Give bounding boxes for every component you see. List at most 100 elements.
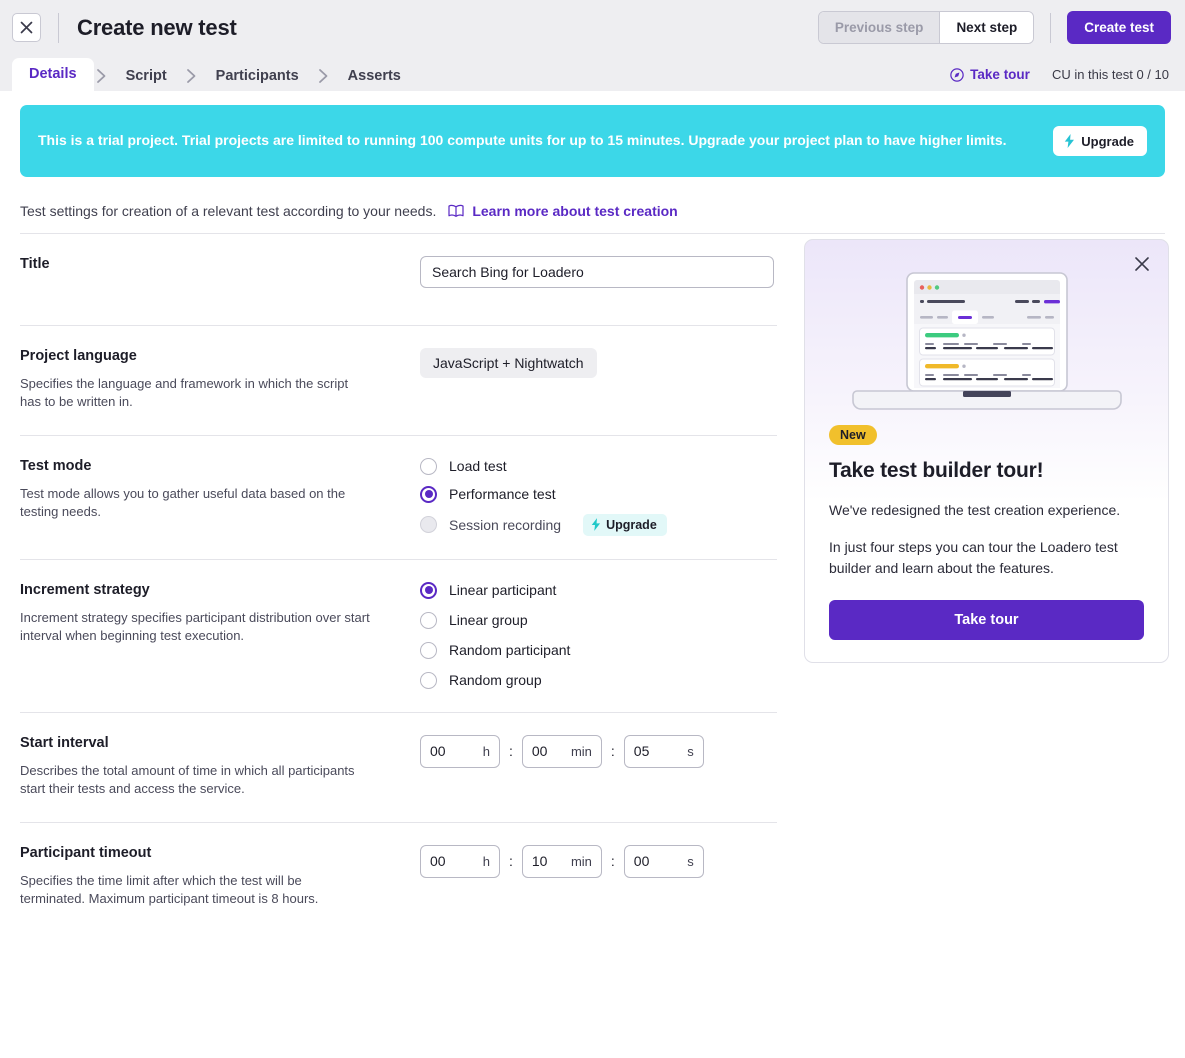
upgrade-badge-label: Upgrade	[606, 517, 657, 532]
take-tour-promo-card: New Take test builder tour! We've redesi…	[804, 239, 1169, 663]
take-tour-link[interactable]: Take tour	[950, 67, 1030, 82]
radio-test-mode-session-recording[interactable]: Session recording Upgrade	[420, 513, 777, 536]
hours-unit-label: h	[482, 743, 490, 759]
tab-chevron-1	[94, 68, 109, 91]
project-language-control-col: JavaScript + Nightwatch	[420, 348, 777, 412]
create-test-button[interactable]: Create test	[1067, 11, 1171, 44]
promo-take-tour-button[interactable]: Take tour	[829, 599, 1144, 640]
trial-banner-text: This is a trial project. Trial projects …	[38, 132, 1007, 149]
compass-icon	[950, 67, 964, 82]
learn-more-link[interactable]: Learn more about test creation	[448, 203, 678, 219]
radio-label: Random group	[449, 672, 542, 689]
page-content: This is a trial project. Trial projects …	[0, 105, 1185, 932]
radio-increment-linear-group[interactable]: Linear group	[420, 611, 777, 629]
wizard-tabs: Details Script Participants Asserts	[12, 57, 418, 92]
radio-increment-random-group[interactable]: Random group	[420, 671, 777, 689]
test-mode-description: Test mode allows you to gather useful da…	[20, 485, 346, 520]
radio-circle-selected-icon	[420, 581, 437, 599]
close-icon	[20, 21, 33, 34]
start-interval-description: Describes the total amount of time in wh…	[20, 762, 355, 797]
radio-circle-icon	[420, 641, 437, 659]
increment-strategy-radio-group: Linear participant Linear group Random p…	[420, 581, 777, 689]
title-input[interactable]	[420, 256, 774, 288]
participant-timeout-seconds-input[interactable]	[633, 853, 660, 870]
time-separator: :	[610, 853, 615, 870]
promo-illustration	[805, 240, 1168, 425]
banner-upgrade-label: Upgrade	[1081, 133, 1134, 149]
session-recording-upgrade-badge[interactable]: Upgrade	[583, 513, 667, 536]
radio-test-mode-load-test[interactable]: Load test	[420, 457, 777, 475]
start-interval-minutes-box[interactable]: min	[521, 734, 602, 768]
radio-circle-selected-icon	[420, 485, 437, 503]
radio-label: Linear group	[449, 612, 528, 629]
hours-unit-label: h	[482, 853, 490, 869]
settings-form: Title Project language Specifies the lan…	[20, 234, 777, 932]
promo-new-badge: New	[829, 425, 877, 445]
start-interval-seconds-input[interactable]	[633, 743, 660, 760]
participant-timeout-hours-box[interactable]: h	[420, 844, 500, 878]
tab-script[interactable]: Script	[109, 61, 184, 92]
time-separator: :	[610, 743, 615, 760]
participant-timeout-time-group: h : min : s	[420, 844, 777, 878]
header-divider	[58, 12, 59, 43]
promo-paragraph-1: We've redesigned the test creation exper…	[829, 502, 1121, 518]
close-window-button[interactable]	[12, 13, 41, 42]
book-icon	[448, 204, 464, 217]
lightning-bolt-icon	[591, 518, 601, 532]
test-mode-radio-group: Load test Performance test Session recor…	[420, 457, 777, 536]
chevron-right-icon	[318, 69, 328, 83]
chevron-right-icon	[186, 69, 196, 83]
start-interval-minutes-input[interactable]	[531, 743, 558, 760]
project-language-label-col: Project language Specifies the language …	[20, 348, 420, 412]
promo-paragraph-2: In just four steps you can tour the Load…	[829, 539, 1118, 576]
radio-label: Linear participant	[449, 582, 557, 599]
test-mode-label-col: Test mode Test mode allows you to gather…	[20, 458, 420, 536]
promo-body: New Take test builder tour! We've redesi…	[805, 425, 1168, 640]
radio-increment-linear-participant[interactable]: Linear participant	[420, 581, 777, 599]
seconds-unit-label: s	[687, 853, 694, 869]
tab-chevron-2	[184, 68, 199, 91]
radio-circle-icon	[420, 611, 437, 629]
banner-upgrade-button[interactable]: Upgrade	[1053, 126, 1147, 156]
radio-circle-disabled-icon	[420, 516, 437, 534]
field-row-start-interval: Start interval Describes the total amoun…	[20, 713, 777, 823]
radio-increment-random-participant[interactable]: Random participant	[420, 641, 777, 659]
subheader-text: Test settings for creation of a relevant…	[20, 203, 437, 219]
cu-counter: CU in this test 0 / 10	[1051, 67, 1169, 82]
increment-strategy-label: Increment strategy	[20, 581, 150, 598]
increment-strategy-label-col: Increment strategy Increment strategy sp…	[20, 582, 420, 689]
participant-timeout-minutes-input[interactable]	[531, 853, 558, 870]
participant-timeout-hours-input[interactable]	[430, 853, 456, 870]
field-row-title: Title	[20, 234, 777, 326]
trial-project-banner: This is a trial project. Trial projects …	[20, 105, 1165, 177]
minutes-unit-label: min	[570, 853, 592, 869]
start-interval-label-col: Start interval Describes the total amoun…	[20, 735, 420, 799]
subheader: Test settings for creation of a relevant…	[20, 177, 1165, 234]
close-icon	[1135, 257, 1149, 271]
participant-timeout-control-col: h : min : s	[420, 844, 777, 909]
project-language-value: JavaScript + Nightwatch	[420, 348, 597, 378]
participant-timeout-label-col: Participant timeout Specifies the time l…	[20, 845, 420, 909]
next-step-button[interactable]: Next step	[940, 12, 1034, 43]
increment-strategy-description: Increment strategy specifies participant…	[20, 609, 370, 644]
participant-timeout-description: Specifies the time limit after which the…	[20, 872, 319, 907]
previous-step-button[interactable]: Previous step	[818, 12, 941, 43]
start-interval-hours-box[interactable]: h	[420, 734, 500, 768]
radio-test-mode-performance-test[interactable]: Performance test	[420, 485, 777, 503]
tab-asserts[interactable]: Asserts	[331, 61, 418, 92]
tab-participants[interactable]: Participants	[199, 61, 316, 92]
promo-close-button[interactable]	[1134, 256, 1150, 272]
participant-timeout-minutes-box[interactable]: min	[521, 844, 602, 878]
start-interval-control-col: h : min : s	[420, 734, 777, 799]
start-interval-hours-input[interactable]	[430, 743, 456, 760]
radio-circle-icon	[420, 457, 437, 475]
tab-details[interactable]: Details	[12, 57, 94, 91]
wizard-tabbar: Details Script Participants Asserts Take…	[0, 55, 1185, 91]
field-row-increment-strategy: Increment strategy Increment strategy sp…	[20, 560, 777, 713]
start-interval-seconds-box[interactable]: s	[623, 734, 704, 768]
radio-label: Session recording	[449, 516, 562, 533]
tab-chevron-3	[316, 68, 331, 91]
step-navigation-group: Previous step Next step	[817, 11, 1035, 44]
app-header: Create new test Previous step Next step …	[0, 0, 1185, 55]
participant-timeout-seconds-box[interactable]: s	[623, 844, 704, 878]
